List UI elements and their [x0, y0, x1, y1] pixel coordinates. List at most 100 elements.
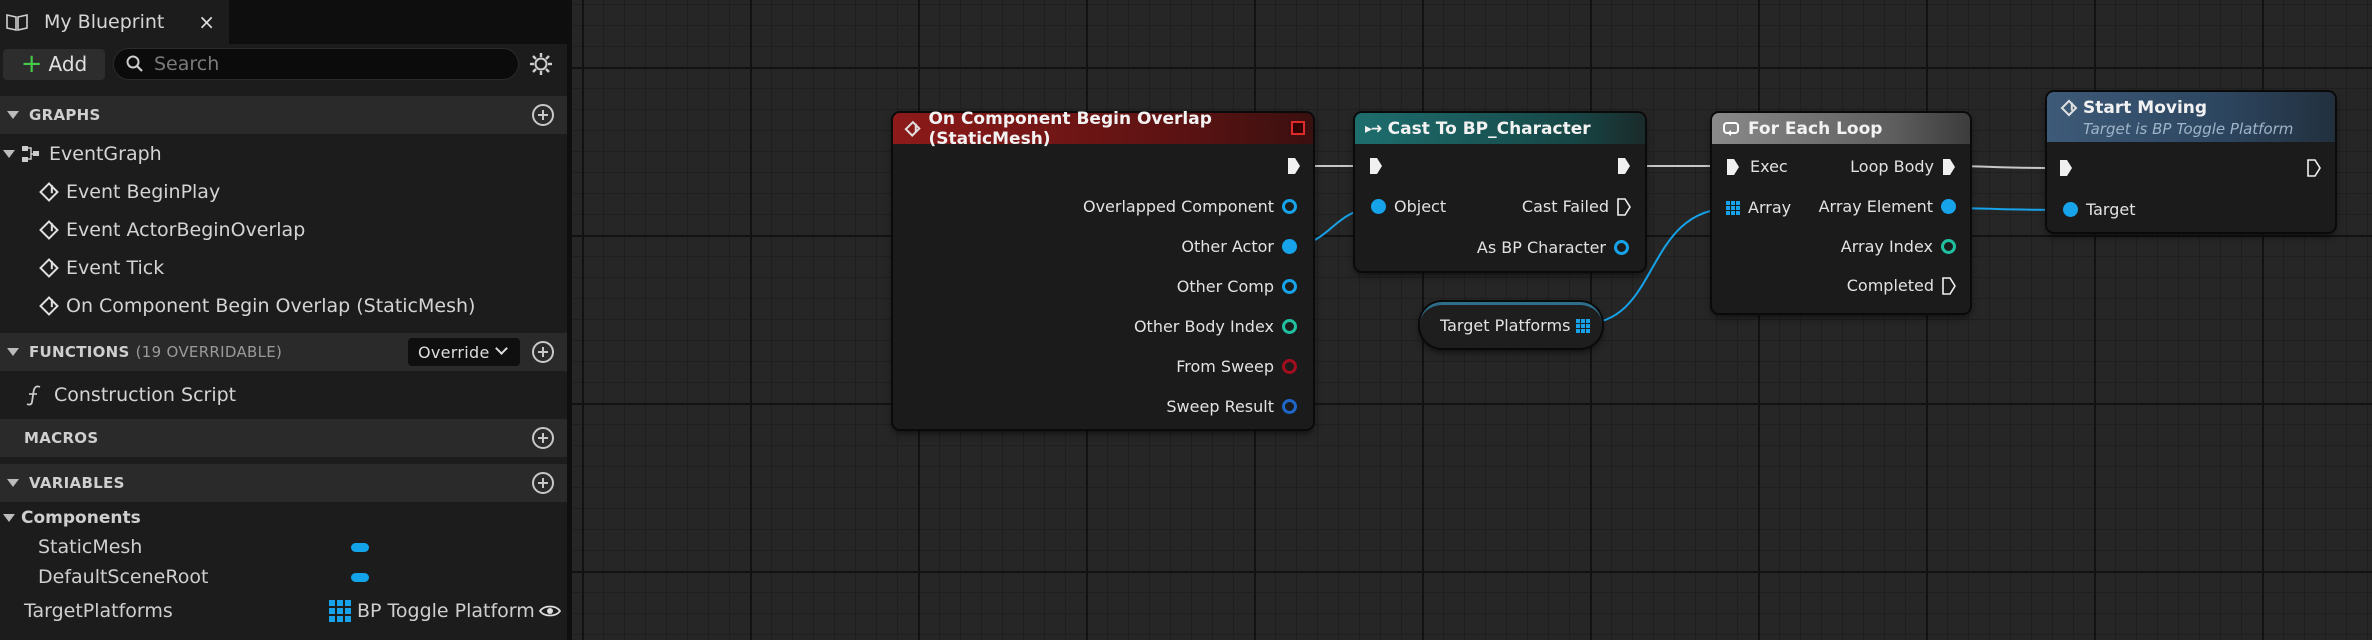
graphs-section-header[interactable]: GRAPHS — [0, 96, 567, 134]
gear-icon[interactable] — [529, 52, 553, 76]
add-macro-icon[interactable] — [532, 427, 554, 449]
event-icon — [904, 120, 922, 137]
components-category[interactable]: Components — [0, 503, 567, 533]
function-label: Construction Script — [54, 384, 237, 406]
pin-label: Target — [2086, 200, 2136, 219]
object-pin-icon — [2063, 202, 2078, 217]
variable-staticmesh[interactable]: StaticMesh — [0, 532, 567, 562]
variable-defaultsceneroot[interactable]: DefaultSceneRoot — [0, 562, 567, 592]
node-cast-to-bp-character[interactable]: ▸ ➜ Cast To BP_Character Object Cast Fai… — [1355, 113, 1645, 271]
node-header[interactable]: On Component Begin Overlap (StaticMesh) — [893, 109, 1313, 149]
exec-out-pin[interactable] — [1287, 157, 1301, 175]
pin-from-sweep[interactable]: From Sweep — [1176, 357, 1297, 376]
pin-label: Completed — [1846, 276, 1934, 295]
object-pin-icon — [1282, 199, 1297, 214]
pin-array-index[interactable]: Array Index — [1841, 237, 1956, 256]
functions-section-header[interactable]: FUNCTIONS (19 OVERRIDABLE) Override — [0, 333, 567, 371]
variable-targetplatforms[interactable]: TargetPlatforms BP Toggle Platform — [0, 596, 567, 626]
overridable-count: (19 OVERRIDABLE) — [135, 343, 283, 361]
node-for-each-loop[interactable]: For Each Loop Exec Loop Body Array Array… — [1712, 113, 1970, 313]
exec-out-pin-icon — [1617, 197, 1631, 216]
pin-cast-failed[interactable]: Cast Failed — [1522, 197, 1631, 216]
add-button[interactable]: + Add — [3, 48, 105, 80]
event-label: On Component Begin Overlap (StaticMesh) — [66, 295, 476, 317]
macros-title: MACROS — [24, 429, 99, 447]
object-pin-icon — [1614, 240, 1629, 255]
node-on-component-begin-overlap[interactable]: On Component Begin Overlap (StaticMesh) … — [893, 109, 1313, 429]
event-icon — [39, 258, 59, 278]
pin-as-bp-character[interactable]: As BP Character — [1477, 238, 1629, 257]
event-item-component-begin-overlap[interactable]: On Component Begin Overlap (StaticMesh) — [0, 287, 567, 325]
pin-label: Target Platforms — [1440, 316, 1571, 335]
collapse-arrow-icon[interactable] — [7, 348, 19, 356]
toolbar: + Add Search — [0, 44, 567, 84]
pin-label: Object — [1394, 197, 1447, 216]
override-label: Override — [418, 342, 490, 362]
function-item-construction-script[interactable]: Construction Script — [0, 376, 567, 414]
pin-other-body-index[interactable]: Other Body Index — [1134, 317, 1297, 336]
add-graph-icon[interactable] — [532, 104, 554, 126]
pin-label: Other Body Index — [1133, 317, 1274, 336]
expand-arrow-icon[interactable] — [3, 150, 15, 158]
exec-in-pin[interactable] — [2059, 159, 2073, 177]
pin-sweep-result[interactable]: Sweep Result — [1166, 397, 1297, 416]
exec-in-pin[interactable] — [1369, 157, 1383, 175]
pin-completed[interactable]: Completed — [1847, 276, 1956, 295]
expand-arrow-icon[interactable] — [3, 514, 15, 522]
pin-exec[interactable]: Exec — [1726, 157, 1788, 176]
close-icon[interactable]: × — [198, 10, 215, 34]
exec-out-pin[interactable] — [1617, 157, 1631, 175]
variable-label: StaticMesh — [38, 536, 143, 558]
event-item-beginplay[interactable]: Event BeginPlay — [0, 173, 567, 211]
tab-my-blueprint[interactable]: My Blueprint × — [0, 0, 229, 44]
variable-type-label: BP Toggle Platform — [357, 600, 535, 622]
event-graph-item[interactable]: EventGraph — [0, 135, 567, 173]
node-header[interactable]: For Each Loop — [1712, 113, 1970, 144]
macros-section-header[interactable]: MACROS — [0, 419, 567, 457]
pin-label: Array — [1748, 198, 1792, 217]
pin-label: Exec — [1750, 157, 1788, 176]
add-variable-icon[interactable] — [532, 472, 554, 494]
pin-object[interactable]: Object — [1371, 197, 1446, 216]
exec-out-pin[interactable] — [2307, 159, 2321, 177]
variable-type[interactable]: BP Toggle Platform — [329, 600, 535, 622]
exec-out-pin-icon — [1943, 158, 1955, 175]
collapse-arrow-icon[interactable] — [7, 479, 19, 487]
object-type-pill-icon — [351, 543, 369, 552]
event-icon — [39, 220, 59, 240]
search-input[interactable]: Search — [113, 48, 519, 80]
event-graph-label: EventGraph — [49, 143, 162, 165]
variables-section-header[interactable]: VARIABLES — [0, 464, 567, 502]
event-item-actorbeginoverlap[interactable]: Event ActorBeginOverlap — [0, 211, 567, 249]
event-item-tick[interactable]: Event Tick — [0, 249, 567, 287]
pin-array[interactable]: Array — [1726, 198, 1791, 217]
node-header[interactable]: Start Moving Target is BP Toggle Platfor… — [2047, 92, 2335, 142]
pin-label: Sweep Result — [1166, 397, 1274, 416]
event-label: Event BeginPlay — [66, 181, 221, 203]
pin-loop-body[interactable]: Loop Body — [1850, 157, 1956, 176]
event-graph-canvas[interactable]: On Component Begin Overlap (StaticMesh) … — [567, 0, 2372, 640]
node-target-platforms-getter[interactable]: Target Platforms — [1420, 302, 1602, 348]
eye-icon[interactable] — [539, 604, 561, 618]
delegate-pin-icon[interactable] — [1291, 121, 1305, 135]
variables-title: VARIABLES — [29, 474, 125, 492]
pin-overlapped-component[interactable]: Overlapped Component — [1083, 197, 1297, 216]
pin-target-platforms[interactable]: Target Platforms — [1440, 316, 1590, 335]
node-header[interactable]: ▸ ➜ Cast To BP_Character — [1355, 113, 1645, 144]
blueprint-editor: My Blueprint × + Add Search GRAPHS EventG… — [0, 0, 2372, 640]
add-function-icon[interactable] — [532, 341, 554, 363]
pin-label: Array Index — [1840, 237, 1933, 256]
cast-arrows-icon: ▸ ➜ — [1365, 120, 1383, 137]
override-dropdown[interactable]: Override — [408, 338, 520, 366]
collapse-arrow-icon[interactable] — [7, 111, 19, 119]
node-start-moving[interactable]: Start Moving Target is BP Toggle Platfor… — [2047, 92, 2335, 232]
pin-other-comp[interactable]: Other Comp — [1177, 277, 1297, 296]
pin-array-element[interactable]: Array Element — [1819, 197, 1956, 216]
plus-icon: + — [20, 49, 43, 79]
pin-other-actor[interactable]: Other Actor — [1181, 237, 1297, 256]
struct-pin-icon — [1282, 399, 1297, 414]
node-title: Cast To BP_Character — [1387, 118, 1591, 139]
pin-target[interactable]: Target — [2063, 200, 2136, 219]
node-title: On Component Begin Overlap (StaticMesh) — [928, 108, 1212, 149]
graphs-title: GRAPHS — [29, 106, 101, 124]
